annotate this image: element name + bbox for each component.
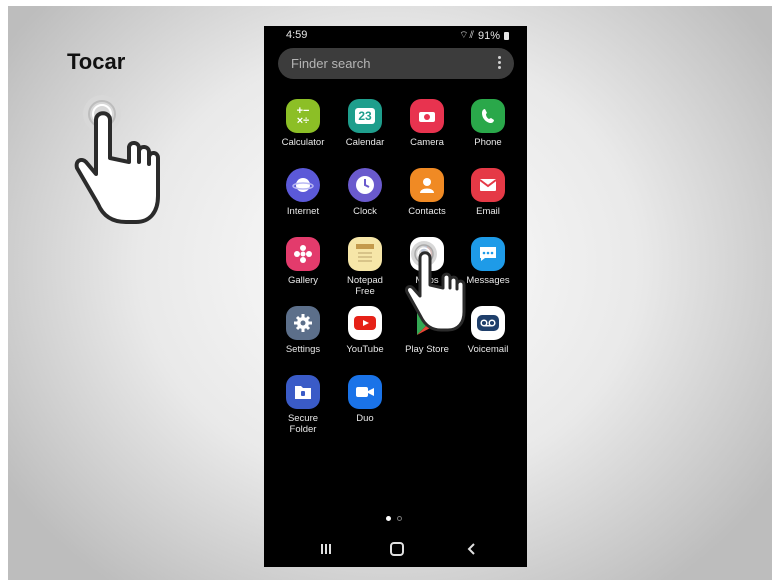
app-secure-folder[interactable]: Secure Folder xyxy=(272,375,334,435)
duo-icon xyxy=(348,375,382,409)
status-bar: 4:59 ⌔⫽ 91% xyxy=(264,26,527,46)
app-label: Notepad Free xyxy=(347,275,383,297)
page-dot-active[interactable] xyxy=(386,516,391,521)
calculator-icon: +− ×÷ xyxy=(286,99,320,133)
navigation-bar xyxy=(264,531,527,567)
app-settings[interactable]: Settings xyxy=(272,306,334,355)
status-indicators: ⌔⫽ 91% xyxy=(459,29,509,42)
app-label: Play Store xyxy=(405,344,449,355)
clock-icon xyxy=(348,168,382,202)
camera-icon xyxy=(410,99,444,133)
app-label: YouTube xyxy=(346,344,384,355)
messages-icon xyxy=(471,237,505,271)
internet-icon xyxy=(286,168,320,202)
app-label: Calendar xyxy=(345,137,385,148)
app-label: Voicemail xyxy=(467,344,509,355)
app-label: Duo xyxy=(356,413,374,424)
app-clock[interactable]: Clock xyxy=(334,168,396,217)
battery-percentage: 91% xyxy=(477,29,500,42)
app-notepad-free[interactable]: Notepad Free xyxy=(334,237,396,297)
gallery-icon xyxy=(286,237,320,271)
app-label: Contacts xyxy=(408,206,446,217)
app-gallery[interactable]: Gallery xyxy=(272,237,334,286)
gesture-title: Tocar xyxy=(67,49,126,74)
secure-folder-icon xyxy=(286,375,320,409)
tap-indicator-hand-icon xyxy=(405,241,466,332)
app-youtube[interactable]: YouTube xyxy=(334,306,396,355)
app-label: Clock xyxy=(353,206,377,217)
youtube-icon xyxy=(348,306,382,340)
status-time: 4:59 xyxy=(286,29,308,41)
app-label: Camera xyxy=(410,137,444,148)
calendar-icon: 23 xyxy=(348,99,382,133)
app-camera[interactable]: Camera xyxy=(396,99,458,148)
home-icon[interactable] xyxy=(387,539,407,559)
recents-icon[interactable] xyxy=(316,539,336,559)
page-indicator xyxy=(386,516,402,521)
voicemail-icon xyxy=(471,306,505,340)
app-duo[interactable]: Duo xyxy=(334,375,396,424)
app-internet[interactable]: Internet xyxy=(272,168,334,217)
app-email[interactable]: Email xyxy=(457,168,519,217)
app-label: Secure Folder xyxy=(287,413,319,435)
notepad-icon xyxy=(348,237,382,271)
app-label: Gallery xyxy=(287,275,319,286)
app-phone[interactable]: Phone xyxy=(457,99,519,148)
finder-search-bar[interactable]: Finder search xyxy=(278,48,514,79)
app-label: Phone xyxy=(474,137,502,148)
search-placeholder: Finder search xyxy=(291,56,371,71)
app-calendar[interactable]: 23 Calendar xyxy=(334,99,396,148)
app-label: Calculator xyxy=(281,137,325,148)
settings-icon xyxy=(286,306,320,340)
app-label: Settings xyxy=(285,344,321,355)
phone-screen: 4:59 ⌔⫽ 91% Finder search +− ×÷ Calculato… xyxy=(264,26,527,567)
app-label: Email xyxy=(476,206,500,217)
back-icon[interactable] xyxy=(462,539,482,559)
wifi-signal-icon: ⌔⫽ xyxy=(459,30,475,41)
calendar-date: 23 xyxy=(355,108,375,124)
phone-icon xyxy=(471,99,505,133)
battery-icon xyxy=(504,31,509,40)
email-icon xyxy=(471,168,505,202)
contacts-icon xyxy=(410,168,444,202)
page-dot-inactive[interactable] xyxy=(397,516,402,521)
app-contacts[interactable]: Contacts xyxy=(396,168,458,217)
tap-gesture-hand-icon xyxy=(74,95,160,224)
more-options-icon[interactable] xyxy=(498,56,501,71)
app-label: Internet xyxy=(286,206,320,217)
app-calculator[interactable]: +− ×÷ Calculator xyxy=(272,99,334,148)
